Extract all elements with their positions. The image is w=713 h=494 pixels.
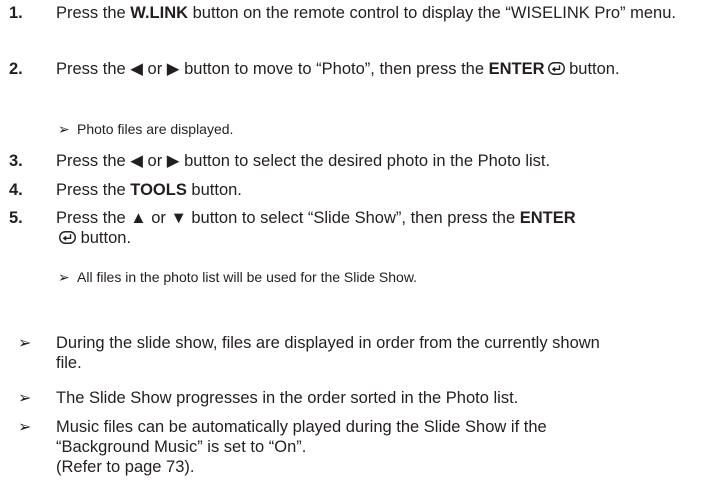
note-2: ➢ The Slide Show progresses in the order… bbox=[18, 388, 703, 409]
step-number: 5. bbox=[9, 209, 23, 227]
step-text: Press the W.LINK button on the remote co… bbox=[56, 3, 703, 23]
note-text: Music files can be automatically played … bbox=[56, 417, 643, 477]
step-text-post: button on the remote control to display … bbox=[188, 4, 676, 22]
step-text: Press the ◀ or ▶ button to move to “Phot… bbox=[56, 59, 703, 80]
note-text: The Slide Show progresses in the order s… bbox=[56, 389, 519, 407]
step-5-result: ➢ All files in the photo list will be use… bbox=[58, 268, 703, 286]
enter-icon bbox=[547, 60, 565, 80]
note-1: ➢ During the slide show, files are displ… bbox=[18, 333, 703, 372]
arrow-icon: ➢ bbox=[18, 390, 32, 407]
note-3: ➢ Music files can be automatically playe… bbox=[18, 417, 703, 476]
arrow-icon: ➢ bbox=[18, 335, 32, 352]
note-text: During the slide show, files are display… bbox=[56, 334, 600, 372]
enter-button-label: ENTER bbox=[488, 60, 545, 78]
tools-button-label: TOOLS bbox=[130, 181, 187, 199]
step-text-pre: Press the ◀ or ▶ button to move to “Phot… bbox=[56, 60, 489, 78]
enter-icon bbox=[59, 229, 76, 249]
step-text-pre: Press the ▲ or ▼ button to select “Slide… bbox=[56, 209, 520, 227]
result-text: All files in the photo list will be used… bbox=[77, 269, 418, 285]
arrow-icon: ➢ bbox=[18, 419, 32, 436]
step-number: 1. bbox=[9, 4, 23, 22]
page-reference: (Refer to page 73). bbox=[56, 458, 195, 476]
step-text-pre: Press the bbox=[56, 4, 131, 22]
step-text: Press the TOOLS button. bbox=[56, 180, 703, 200]
step-number: 4. bbox=[9, 181, 23, 199]
step-text: Press the ▲ or ▼ button to select “Slide… bbox=[56, 208, 593, 249]
step-number: 3. bbox=[9, 152, 23, 170]
w-link-button-label: W.LINK bbox=[130, 4, 189, 22]
step-text-post: button. bbox=[564, 60, 620, 78]
step-2-result: ➢ Photo files are displayed. bbox=[58, 120, 703, 138]
step-text-post: button. bbox=[76, 229, 132, 247]
arrow-icon: ➢ bbox=[58, 269, 70, 285]
note-text-main: Music files can be automatically played … bbox=[56, 418, 547, 456]
step-text-post: button. bbox=[186, 181, 242, 199]
enter-button-label: ENTER bbox=[519, 209, 576, 227]
arrow-icon: ➢ bbox=[58, 121, 70, 137]
step-text: Press the ◀ or ▶ button to select the de… bbox=[56, 152, 551, 170]
step-number: 2. bbox=[9, 60, 23, 78]
result-text: Photo files are displayed. bbox=[77, 121, 234, 137]
step-text-pre: Press the bbox=[56, 181, 131, 199]
